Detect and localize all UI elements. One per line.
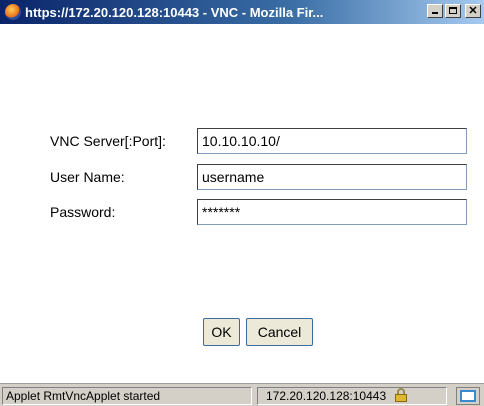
- server-label: VNC Server[:Port]:: [50, 133, 166, 149]
- lock-icon[interactable]: [395, 388, 408, 402]
- window-controls: ✕: [427, 4, 481, 18]
- window-title: https://172.20.120.128:10443 - VNC - Moz…: [25, 4, 324, 20]
- close-icon: ✕: [468, 5, 478, 17]
- username-row: User Name:: [0, 164, 484, 190]
- password-input[interactable]: [197, 199, 467, 225]
- username-label: User Name:: [50, 169, 125, 185]
- ok-button[interactable]: OK: [203, 318, 240, 346]
- vnc-window: https://172.20.120.128:10443 - VNC - Moz…: [0, 0, 484, 406]
- close-button[interactable]: ✕: [465, 4, 481, 18]
- minimize-icon: [432, 12, 438, 14]
- maximize-icon: [449, 7, 457, 14]
- server-row: VNC Server[:Port]:: [0, 128, 484, 154]
- title-bar[interactable]: https://172.20.120.128:10443 - VNC - Moz…: [0, 0, 484, 24]
- username-input[interactable]: [197, 164, 467, 190]
- status-window-icon[interactable]: [456, 387, 480, 405]
- status-host: 172.20.120.128:10443: [266, 389, 387, 403]
- server-input[interactable]: [197, 128, 467, 154]
- status-message: Applet RmtVncApplet started: [2, 387, 252, 405]
- status-bar: Applet RmtVncApplet started 172.20.120.1…: [0, 383, 484, 406]
- password-row: Password:: [0, 199, 484, 225]
- status-host-panel[interactable]: 172.20.120.128:10443: [257, 387, 447, 405]
- lock-body: [395, 394, 408, 402]
- firefox-icon: [5, 4, 21, 20]
- window-icon: [460, 390, 476, 402]
- password-label: Password:: [50, 204, 116, 220]
- minimize-button[interactable]: [427, 4, 443, 18]
- maximize-button[interactable]: [445, 4, 461, 18]
- cancel-button[interactable]: Cancel: [246, 318, 313, 346]
